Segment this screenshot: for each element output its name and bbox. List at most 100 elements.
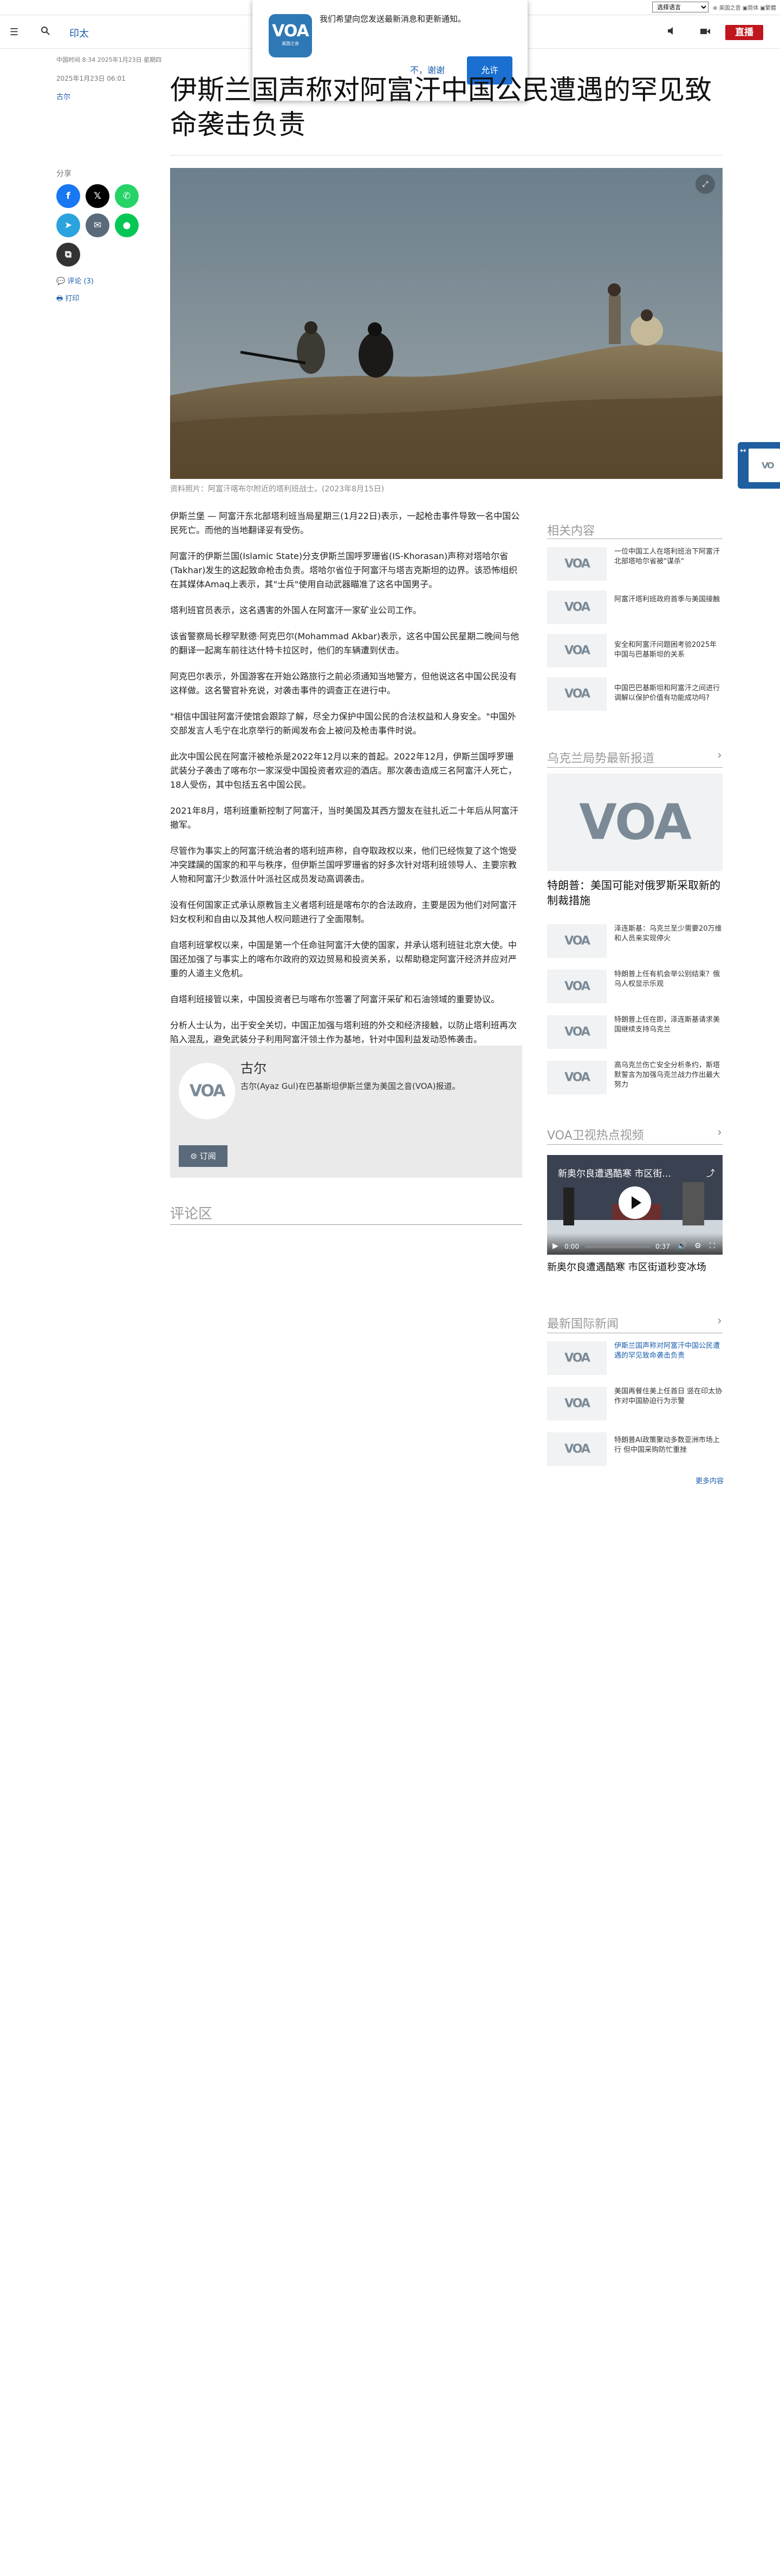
ukraine-thumbnail[interactable]: VOA [547, 970, 607, 1003]
x-icon[interactable]: 𝕏 [86, 184, 109, 208]
related-item[interactable]: 中国巴巴基斯坦和阿富汗之间进行调解以保护价值有功能成功吗? [614, 684, 723, 703]
menu-icon[interactable]: ☰ [8, 26, 21, 39]
whatsapp-icon[interactable]: ✆ [115, 184, 139, 208]
ukraine-thumbnail[interactable]: VOA [547, 1015, 607, 1049]
divider [547, 767, 723, 768]
article-paragraph: 该省警察局长穆罕默德·阿克巴尔(Mohammad Akbar)表示，这名中国公民… [170, 631, 519, 656]
video-title: 新奥尔良遭遇酷寒 市区街... [558, 1169, 671, 1179]
subscribe-button[interactable]: ⊜ 订阅 [179, 1145, 227, 1167]
floating-widget-preview: VO [749, 449, 780, 482]
updated-time: 中国时间 8:34 2025年1月23日 星期四 [56, 56, 162, 63]
print-link-label: 打印 [65, 295, 80, 303]
world-item[interactable]: 美国再餐住美上任首日 竖在印太协作对中国胁迫行为示警 [614, 1387, 723, 1406]
author-box: VOA 古尔 古尔(Ayaz Gul)在巴基斯坦伊斯兰堡为美国之音(VOA)报道… [170, 1046, 522, 1178]
voa-logo: VOA [564, 1442, 590, 1456]
expand-icon[interactable]: ⤢ [696, 174, 715, 194]
publish-date: 2025年1月23日 06:01 [56, 75, 126, 82]
world-item[interactable]: 特朗普AI政策聚动多数亚洲市场上行 但中国采购防忙重挫 [614, 1436, 723, 1455]
ukraine-title-label: 乌克兰局势最新报道 [547, 752, 655, 765]
voa-logo: VOA [564, 600, 590, 614]
seek-bar[interactable] [585, 1246, 650, 1248]
author-link[interactable]: 古尔 [56, 91, 70, 101]
voa-logo: VOA [564, 979, 590, 994]
video-caption[interactable]: 新奥尔良遭遇酷寒 市区街道秒变冰场 [547, 1261, 723, 1274]
related-thumbnail[interactable]: VOA [547, 547, 607, 581]
video-player[interactable]: 新奥尔良遭遇酷寒 市区街... ⤴ ▶ 0:00 0:37 🔊 ⚙ ⛶ [547, 1155, 723, 1255]
article-paragraph: 分析人士认为，出于安全关切，中国正加强与塔利班的外交和经济接触，以防止塔利班再次… [170, 1020, 517, 1044]
voa-logo: VOA [564, 1070, 590, 1085]
video-section-title[interactable]: VOA卫视热点视频 › [547, 1126, 723, 1143]
arrow-icon: ↔ [740, 446, 746, 455]
voa-app-logo: VOA 美国之音 [269, 14, 312, 57]
related-thumbnail[interactable]: VOA [547, 677, 607, 711]
author-avatar: VOA [179, 1063, 235, 1119]
world-thumbnail[interactable]: VOA [547, 1341, 607, 1375]
ukraine-item[interactable]: 泽连斯基：乌克兰至少需要20万维和人员来实现停火 [614, 924, 723, 944]
world-thumbnail[interactable]: VOA [547, 1432, 607, 1466]
volume-icon[interactable]: 🔊 [677, 1242, 686, 1250]
world-item[interactable]: 伊斯兰国声称对阿富汗中国公民遭遇的罕见致命袭击负责 [614, 1341, 723, 1361]
live-button[interactable]: 直播 [725, 25, 763, 40]
voa-logo: VOA [564, 557, 590, 571]
article-paragraph: 伊斯兰堡 — 阿富汗东北部塔利班当局星期三(1月22日)表示，一起枪击事件导致一… [170, 511, 520, 535]
chevron-right-icon: › [717, 1314, 722, 1328]
article-paragraph: 尽管作为事实上的阿富汗统治者的塔利班声称，自夺取政权以来，他们已经恢复了这个饱受… [170, 846, 517, 884]
fullscreen-icon[interactable]: ⛶ [710, 1242, 715, 1250]
chevron-right-icon: › [717, 749, 722, 762]
article-paragraph: 2021年8月，塔利班重新控制了阿富汗，当时美国及其西方盟友在驻扎近二十年后从阿… [170, 806, 518, 830]
time-total: 0:37 [655, 1243, 670, 1250]
ukraine-title[interactable]: 乌克兰局势最新报道 › [547, 749, 723, 766]
ukraine-item[interactable]: 高乌克兰伤亡安全分析条约，斯塔默誓言为加强乌克兰战力作出最大努力 [614, 1061, 723, 1090]
video-icon[interactable] [699, 26, 712, 39]
telegram-icon[interactable]: ➤ [56, 213, 80, 237]
article-paragraph: 自塔利班掌权以来，中国是第一个任命驻阿富汗大使的国家，并承认塔利班驻北京大使。中… [170, 940, 517, 978]
play-icon[interactable] [619, 1186, 651, 1219]
world-news-title[interactable]: 最新国际新闻 › [547, 1314, 723, 1332]
image-caption: 资料照片：阿富汗喀布尔附近的塔利班战士。(2023年8月15日) [170, 485, 385, 494]
subscribe-label: 订阅 [199, 1151, 216, 1161]
print-link[interactable]: 🖶 打印 [56, 293, 79, 306]
voa-logo: VO [761, 460, 775, 471]
article-paragraph: 阿富汗的伊斯兰国(Islamic State)分支伊斯兰国呼罗珊省(IS-Kho… [170, 551, 518, 589]
related-thumbnail[interactable]: VOA [547, 591, 607, 624]
video-controls: ▶ 0:00 0:37 🔊 ⚙ ⛶ [547, 1233, 723, 1255]
voa-logo: VOA [564, 687, 590, 701]
ukraine-item[interactable]: 特朗普上任有机会举公别结束？俄乌人权显示乐观 [614, 970, 723, 989]
edition-links[interactable]: ⊕ 美国之音 ▣简体 ▣繁體 [713, 3, 776, 11]
more-link[interactable]: 更多内容 [696, 1475, 724, 1485]
article-paragraph: 没有任何国家正式承认原教旨主义者塔利班是喀布尔的合法政府，主要是因为他们对阿富汗… [170, 900, 517, 924]
email-icon[interactable]: ✉ [86, 213, 109, 237]
voa-logo: VOA [564, 1397, 590, 1411]
time-current: 0:00 [564, 1243, 579, 1250]
hero-image: ⤢ [170, 168, 723, 479]
related-item[interactable]: 一位中国工人在塔利班治下阿富汗北部塔哈尔省被"谋杀" [614, 547, 723, 567]
play-small-icon[interactable]: ▶ [552, 1242, 558, 1250]
speaker-icon[interactable] [665, 26, 678, 39]
featured-headline[interactable]: 特朗普：美国可能对俄罗斯采取新的制裁措施 [547, 878, 723, 908]
floating-widget-tab[interactable]: ↔ VO [738, 442, 780, 489]
settings-icon[interactable]: ⚙ [694, 1242, 701, 1250]
section-link[interactable]: 印太 [69, 26, 89, 40]
related-thumbnail[interactable]: VOA [547, 634, 607, 667]
comments-link[interactable]: 💬 评论 (3) [56, 275, 94, 285]
share-icon[interactable]: ⤴ [706, 1166, 715, 1179]
comment-icon: 💬 [56, 277, 66, 285]
line-icon[interactable]: ● [115, 213, 139, 237]
language-select[interactable]: 选择语言 [652, 2, 708, 12]
ukraine-thumbnail[interactable]: VOA [547, 924, 607, 958]
ukraine-thumbnail[interactable]: VOA [547, 1061, 607, 1094]
ukraine-item[interactable]: 特朗普上任在即，泽连斯基请求美国继续支持乌克兰 [614, 1015, 723, 1035]
featured-thumbnail[interactable]: VOA [547, 774, 723, 871]
copy-link-icon[interactable]: ⧉ [56, 243, 80, 267]
search-icon[interactable] [39, 26, 52, 39]
related-item[interactable]: 安全和阿富汗问题困考验2025年中国与巴基斯坦的关系 [614, 640, 723, 660]
related-item[interactable]: 阿富汗塔利班政府首季与美国接触 [614, 595, 723, 605]
world-thumbnail[interactable]: VOA [547, 1387, 607, 1420]
divider [547, 1144, 723, 1145]
world-news-title-label: 最新国际新闻 [547, 1318, 619, 1331]
facebook-icon[interactable]: f [56, 184, 80, 208]
article-paragraph: 塔利班官员表示，这名遇害的外国人在阿富汗一家矿业公司工作。 [170, 605, 422, 615]
voa-app-logo-text: VOA [272, 22, 309, 41]
voa-logo: VOA [564, 644, 590, 658]
video-section-title-label: VOA卫视热点视频 [547, 1129, 644, 1143]
